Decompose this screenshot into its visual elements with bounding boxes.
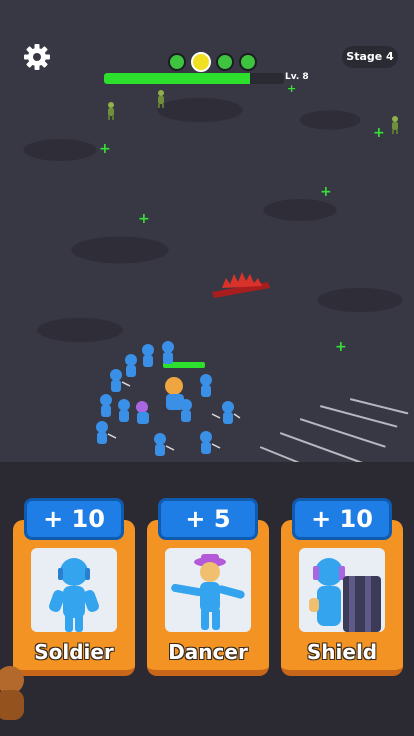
health-plus-icon: + [138, 211, 150, 227]
arrow-streak [349, 398, 409, 415]
dancer-card[interactable]: + 5 Dancer [147, 498, 269, 676]
stage-progress-dots [168, 52, 257, 72]
zombie-enemy [392, 116, 398, 134]
card-bonus-badge: + 10 [24, 498, 124, 540]
card-label: Dancer [168, 640, 248, 664]
offscreen-character [0, 666, 24, 720]
player-squad [96, 341, 241, 456]
card-bonus-badge: + 10 [292, 498, 392, 540]
health-plus-icon: + [320, 184, 332, 200]
stage-dot-done [168, 53, 186, 71]
shield-card[interactable]: + 10 Shield [281, 498, 403, 676]
soldier-figure-icon [49, 558, 99, 632]
health-plus-icon: + [99, 141, 111, 157]
zombie-enemy [108, 102, 114, 120]
level-label: Lv. 8 [285, 72, 309, 82]
soldier-card[interactable]: + 10 Soldier [13, 498, 135, 676]
dancer-figure-icon [171, 554, 245, 630]
shield-figure-icon [309, 558, 381, 632]
stage-dot-current [191, 52, 211, 72]
card-portrait [299, 548, 385, 632]
battle-arena[interactable]: Stage 4 Lv. 8 + + + + + + [0, 0, 414, 493]
card-label: Shield [306, 640, 378, 664]
zombie-enemy [158, 90, 164, 108]
card-label: Soldier [34, 640, 114, 664]
card-bonus-badge: + 5 [158, 498, 258, 540]
stage-dot-upcoming [239, 53, 257, 71]
health-plus-icon: + [373, 125, 385, 141]
health-plus-icon: + [287, 82, 297, 95]
card-portrait [31, 548, 117, 632]
stage-badge: Stage 4 [342, 46, 398, 68]
stage-dot-upcoming [216, 53, 234, 71]
health-plus-icon: + [335, 339, 347, 355]
gear-icon[interactable] [22, 42, 52, 72]
level-progress-fill [104, 73, 250, 84]
level-progress-bar [104, 73, 284, 84]
saw-blade-hazard [212, 272, 270, 298]
card-portrait [165, 548, 251, 632]
